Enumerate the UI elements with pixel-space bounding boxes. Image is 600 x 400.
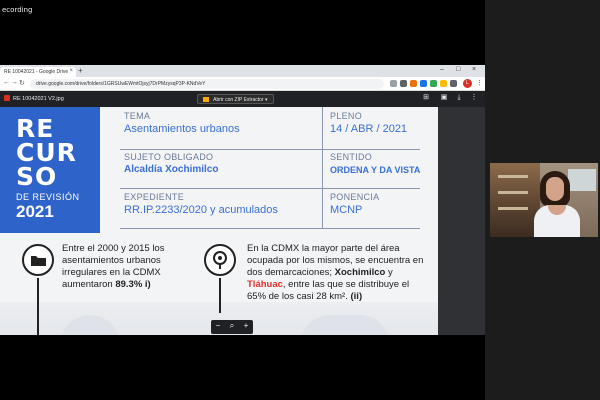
viewer-side-area xyxy=(438,107,485,335)
tab-bar: RE 10042021 - Google Drive × + – □ × xyxy=(0,65,485,77)
close-window-icon[interactable]: × xyxy=(472,66,476,73)
new-tab-button[interactable]: + xyxy=(78,66,83,75)
minimize-icon[interactable]: – xyxy=(440,66,444,73)
puzzle-icon[interactable] xyxy=(450,80,457,87)
address-bar: ← → ↻ drive.google.com/drive/folders/1GR… xyxy=(0,77,485,91)
extension-icon-2[interactable] xyxy=(410,80,417,87)
zoom-out-button[interactable]: − xyxy=(211,321,225,330)
person-face xyxy=(546,177,564,201)
extension-icon[interactable] xyxy=(400,80,407,87)
recurso-title: RE CUR SO xyxy=(16,114,77,191)
more-options-icon[interactable]: ⋮ xyxy=(470,94,478,102)
pleno-label: PLENO xyxy=(330,111,363,121)
slide-image: RE CUR SO DE REVISIÓN 2021 TEMA Asentami… xyxy=(0,107,438,335)
pleno-value: 14 / ABR / 2021 xyxy=(330,123,408,135)
reload-icon[interactable]: ↻ xyxy=(19,79,25,87)
download-icon[interactable]: ⤓ xyxy=(455,94,463,102)
screen: ecording RE 10042021 - Google Drive × + … xyxy=(0,0,600,400)
ponencia-label: PONENCIA xyxy=(330,192,380,202)
participant-person xyxy=(534,171,580,237)
divider xyxy=(322,107,323,228)
browser-window: RE 10042021 - Google Drive × + – □ × ← →… xyxy=(0,65,485,335)
ponencia-value: MCNP xyxy=(330,204,363,216)
drive-file-viewer: RE 10042021 V2.jpg Abrir con ZIP Extract… xyxy=(0,91,485,335)
participant-video[interactable] xyxy=(490,163,598,237)
tema-label: TEMA xyxy=(124,111,151,121)
expediente-value: RR.IP.2233/2020 y acumulados xyxy=(124,204,278,216)
fact-2-text: En la CDMX la mayor parte del área ocupa… xyxy=(247,243,424,302)
add-to-drive-icon[interactable]: ⊞ xyxy=(422,94,430,102)
location-pin-icon xyxy=(204,244,236,276)
tab-title: RE 10042021 - Google Drive xyxy=(4,69,69,75)
tab-google-drive[interactable]: RE 10042021 - Google Drive × xyxy=(0,67,76,77)
sentido-label: SENTIDO xyxy=(330,152,373,162)
sujeto-value: Alcaldía Xochimilco xyxy=(124,164,219,175)
fact-1-text: Entre el 2000 y 2015 los asentamientos u… xyxy=(62,243,165,290)
print-icon[interactable]: ▣ xyxy=(440,94,448,102)
back-icon[interactable]: ← xyxy=(3,79,10,86)
sujeto-label: SUJETO OBLIGADO xyxy=(124,152,214,162)
zoom-in-button[interactable]: + xyxy=(239,321,253,330)
menu-dots-icon[interactable]: ⋮ xyxy=(476,79,483,87)
profile-avatar[interactable]: L xyxy=(463,79,472,88)
file-name: RE 10042021 V2.jpg xyxy=(4,95,64,102)
divider xyxy=(120,188,420,189)
connector-line xyxy=(37,278,39,335)
open-with-button[interactable]: Abrir con ZIP Extractor ▾ xyxy=(197,94,274,104)
divider xyxy=(120,228,420,229)
extension-icon-3[interactable] xyxy=(420,80,427,87)
recurso-banner: RE CUR SO DE REVISIÓN 2021 xyxy=(0,107,100,233)
maximize-icon[interactable]: □ xyxy=(456,66,460,73)
divider xyxy=(120,149,420,150)
viewer-toolbar: RE 10042021 V2.jpg Abrir con ZIP Extract… xyxy=(0,91,485,107)
forward-icon[interactable]: → xyxy=(11,79,18,86)
sentido-value: ORDENA Y DA VISTA xyxy=(330,165,421,175)
tab-close-icon[interactable]: × xyxy=(69,68,73,74)
zoom-controls: − ⌕ + xyxy=(211,320,253,334)
extension-icon-4[interactable] xyxy=(430,80,437,87)
recording-label: ecording xyxy=(2,6,33,14)
expediente-label: EXPEDIENTE xyxy=(124,192,185,202)
person-body xyxy=(534,205,580,237)
connector-line xyxy=(219,278,221,313)
zoom-search-icon[interactable]: ⌕ xyxy=(225,321,239,331)
url-input[interactable]: drive.google.com/drive/folders/1GRSUwEWm… xyxy=(30,79,384,89)
extension-icon-5[interactable] xyxy=(440,80,447,87)
year-label: 2021 xyxy=(16,202,54,221)
tema-value: Asentamientos urbanos xyxy=(124,123,240,135)
image-file-icon xyxy=(4,95,10,101)
bookshelf-background xyxy=(490,163,540,237)
star-icon[interactable] xyxy=(390,80,397,87)
de-revision-label: DE REVISIÓN xyxy=(16,192,80,202)
folder-icon xyxy=(22,244,54,276)
